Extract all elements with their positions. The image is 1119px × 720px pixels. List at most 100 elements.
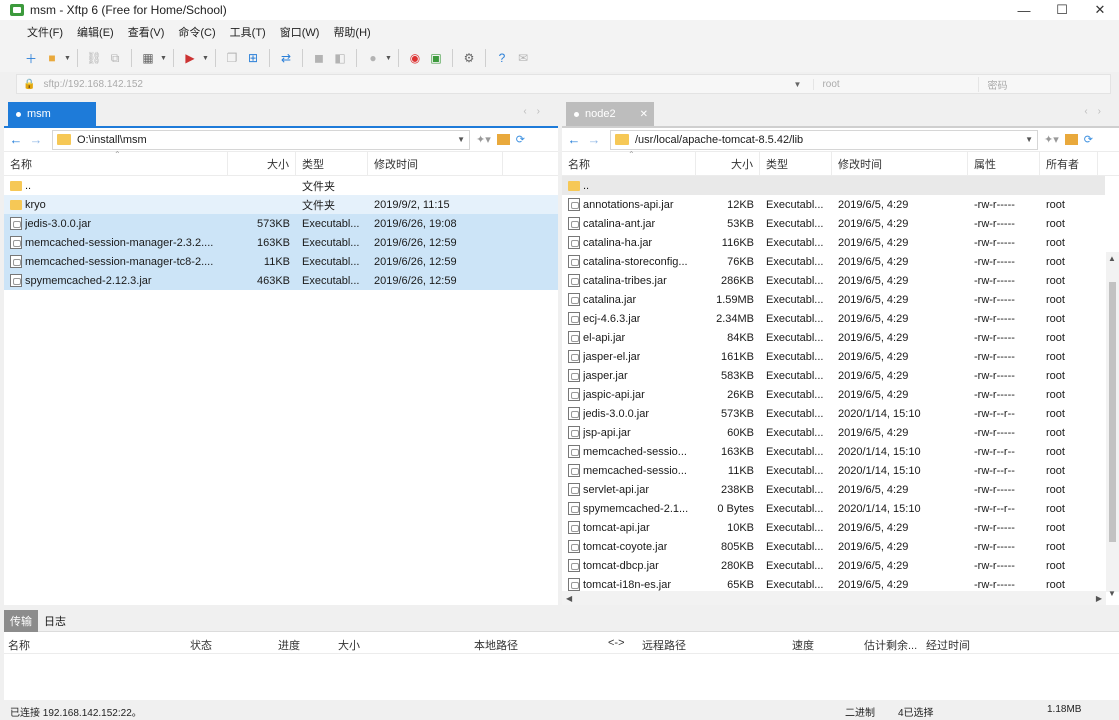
unlink-icon[interactable]: ⧉ (106, 49, 124, 67)
table-row[interactable]: catalina-storeconfig... 76KB Executabl... 2… (562, 252, 1119, 271)
col-attributes[interactable]: 属性 (968, 151, 1040, 176)
col-size[interactable]: 大小 (338, 637, 360, 653)
disconnect-icon[interactable]: ◧ (331, 49, 349, 67)
open-folder-icon[interactable]: ■ (43, 49, 61, 67)
username-input[interactable]: root (813, 78, 978, 90)
menu-command[interactable]: 命令(C) (171, 24, 222, 40)
remote-horizontal-scrollbar[interactable]: ◀ ▶ (562, 591, 1106, 605)
menu-view[interactable]: 查看(V) (121, 24, 172, 40)
col-type[interactable]: 类型 (760, 151, 832, 176)
table-row[interactable]: jedis-3.0.0.jar 573KB Executabl... 2019/6/2… (4, 214, 558, 233)
table-row[interactable]: tomcat-dbcp.jar 280KB Executabl... 2019/6/5… (562, 556, 1119, 575)
media-icon[interactable]: ▶ (181, 49, 199, 67)
scroll-left-icon[interactable]: ◀ (566, 594, 572, 603)
back-arrow-icon[interactable]: ← (6, 132, 26, 147)
table-row[interactable]: ecj-4.6.3.jar 2.34MB Executabl... 2019/6/5,… (562, 309, 1119, 328)
close-button[interactable]: ✕ (1081, 0, 1119, 20)
filter-icon[interactable]: ✦▾ (476, 133, 491, 146)
back-arrow-icon[interactable]: ← (564, 132, 584, 147)
globe-icon[interactable]: ● (364, 49, 382, 67)
table-row[interactable]: .. 文件夹 (4, 176, 558, 195)
forward-arrow-icon[interactable]: → (26, 132, 46, 147)
table-row[interactable]: spymemcached-2.1... 0 Bytes Executabl... 20… (562, 499, 1119, 518)
table-row[interactable]: memcached-sessio... 11KB Executabl... 2020/… (562, 461, 1119, 480)
local-path-input[interactable]: O:\install\msm ▼ (52, 129, 470, 150)
filter-icon[interactable]: ✦▾ (1044, 133, 1059, 146)
tab-local[interactable]: msm (8, 102, 96, 126)
table-row[interactable]: catalina-tribes.jar 286KB Executabl... 2019… (562, 271, 1119, 290)
table-row[interactable]: catalina.jar 1.59MB Executabl... 2019/6/5, … (562, 290, 1119, 309)
transfer-icon[interactable]: ⇄ (277, 49, 295, 67)
table-row[interactable]: annotations-api.jar 12KB Executabl... 2019/… (562, 195, 1119, 214)
transfer-mode[interactable]: 二进制 (845, 704, 875, 719)
menu-help[interactable]: 帮助(H) (326, 24, 377, 40)
table-row[interactable]: jsp-api.jar 60KB Executabl... 2019/6/5, 4:2… (562, 423, 1119, 442)
globe-dropdown-icon[interactable]: ▼ (385, 55, 392, 62)
scroll-up-icon[interactable]: ▲ (1108, 254, 1116, 263)
refresh-icon[interactable]: ⟳ (1084, 133, 1093, 146)
table-row[interactable]: memcached-session-manager-2.3.2.... 163KB… (4, 233, 558, 252)
scroll-right-icon[interactable]: ▶ (1096, 594, 1102, 603)
link-icon[interactable]: ⛓ (85, 49, 103, 67)
tab-close-icon[interactable]: ✕ (640, 109, 648, 120)
table-row[interactable]: servlet-api.jar 238KB Executabl... 2019/6/5… (562, 480, 1119, 499)
path-dropdown-icon[interactable]: ▼ (1025, 135, 1033, 144)
remote-vertical-scrollbar[interactable]: ▲ ▼ (1106, 252, 1119, 598)
host-dropdown-icon[interactable]: ▼ (793, 80, 813, 89)
table-row[interactable]: catalina-ha.jar 116KB Executabl... 2019/6/5… (562, 233, 1119, 252)
xftp-icon[interactable]: ▣ (427, 49, 445, 67)
layout-dropdown-icon[interactable]: ▼ (160, 55, 167, 62)
col-size[interactable]: 大小 (228, 151, 296, 176)
col-type[interactable]: 类型 (296, 151, 368, 176)
stop-icon[interactable]: ◼ (310, 49, 328, 67)
paste-icon[interactable]: ⊞ (244, 49, 262, 67)
tab-scroll-arrows-icon[interactable]: ‹› (1084, 106, 1111, 117)
col-size[interactable]: 大小 (696, 151, 760, 176)
col-owner[interactable]: 所有者 (1040, 151, 1098, 176)
scroll-down-icon[interactable]: ▼ (1108, 589, 1116, 598)
minimize-button[interactable]: — (1005, 0, 1043, 20)
open-dropdown-icon[interactable]: ▼ (64, 55, 71, 62)
remote-path-input[interactable]: /usr/local/apache-tomcat-8.5.42/lib ▼ (610, 129, 1038, 150)
menu-window[interactable]: 窗口(W) (273, 24, 327, 40)
tab-log[interactable]: 日志 (38, 610, 72, 632)
table-row[interactable]: memcached-sessio... 163KB Executabl... 2020… (562, 442, 1119, 461)
col-progress[interactable]: 进度 (278, 637, 300, 653)
menu-file[interactable]: 文件(F) (20, 24, 70, 40)
path-dropdown-icon[interactable]: ▼ (457, 135, 465, 144)
table-row[interactable]: kryo 文件夹 2019/9/2, 11:15 (4, 195, 558, 214)
table-row[interactable]: tomcat-coyote.jar 805KB Executabl... 2019/6… (562, 537, 1119, 556)
refresh-icon[interactable]: ⟳ (516, 133, 525, 146)
col-speed[interactable]: 速度 (792, 637, 814, 653)
col-elapsed[interactable]: 经过时间 (926, 637, 970, 653)
tab-remote[interactable]: node2 ✕ (566, 102, 654, 126)
table-row[interactable]: memcached-session-manager-tc8-2.... 11KB E… (4, 252, 558, 271)
forward-arrow-icon[interactable]: → (584, 132, 604, 147)
xshell-icon[interactable]: ◉ (406, 49, 424, 67)
host-input[interactable]: sftp://192.168.142.152 (43, 79, 793, 90)
password-input[interactable]: 密码 (978, 76, 1110, 92)
new-folder-icon[interactable] (496, 134, 510, 145)
table-row[interactable]: catalina-ant.jar 53KB Executabl... 2019/6/5… (562, 214, 1119, 233)
layout-icon[interactable]: ▦ (139, 49, 157, 67)
col-status[interactable]: 状态 (190, 637, 212, 653)
col-name[interactable]: 名称 (8, 637, 30, 653)
col-modified[interactable]: 修改时间 (832, 151, 968, 176)
menu-tools[interactable]: 工具(T) (223, 24, 273, 40)
help-icon[interactable]: ? (493, 49, 511, 67)
tab-scroll-arrows-icon[interactable]: ‹› (523, 106, 550, 117)
menu-edit[interactable]: 编辑(E) (70, 24, 121, 40)
new-folder-icon[interactable] (1064, 134, 1078, 145)
col-remote-path[interactable]: 远程路径 (642, 637, 686, 653)
copy-icon[interactable]: ❐ (223, 49, 241, 67)
table-row[interactable]: .. (562, 176, 1105, 195)
chat-icon[interactable]: ✉ (514, 49, 532, 67)
tab-transfers[interactable]: 传输 (4, 609, 38, 632)
table-row[interactable]: jedis-3.0.0.jar 573KB Executabl... 2020/1/1… (562, 404, 1119, 423)
table-row[interactable]: jaspic-api.jar 26KB Executabl... 2019/6/5, … (562, 385, 1119, 404)
table-row[interactable]: el-api.jar 84KB Executabl... 2019/6/5, 4:29… (562, 328, 1119, 347)
new-session-icon[interactable]: ＋ (22, 49, 40, 67)
col-modified[interactable]: 修改时间 (368, 151, 503, 176)
media-dropdown-icon[interactable]: ▼ (202, 55, 209, 62)
table-row[interactable]: jasper-el.jar 161KB Executabl... 2019/6/5, … (562, 347, 1119, 366)
